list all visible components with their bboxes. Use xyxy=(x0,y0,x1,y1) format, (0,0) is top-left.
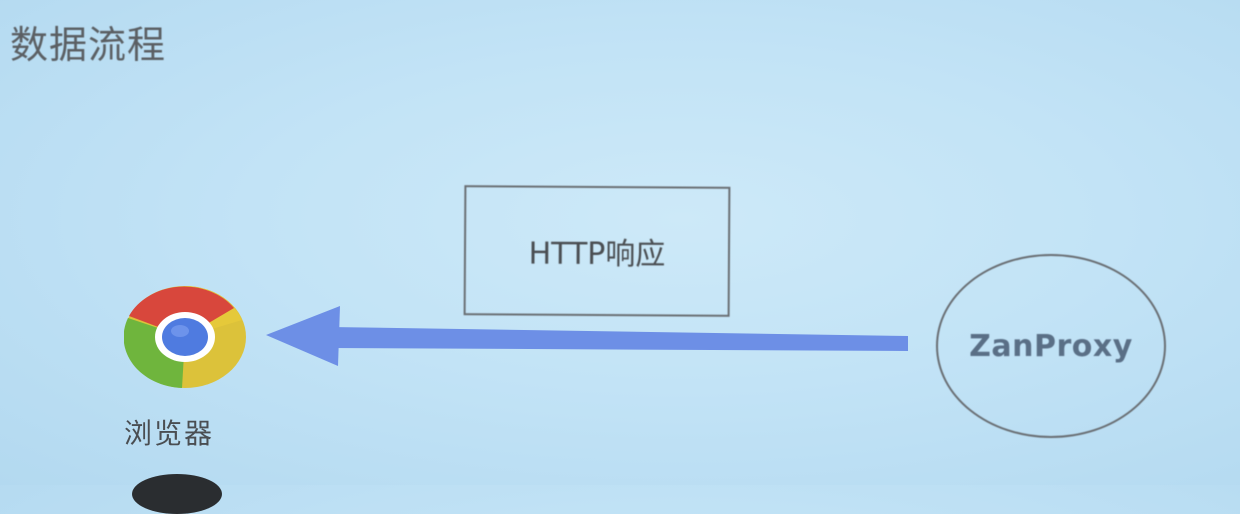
browser-label: 浏览器 xyxy=(124,417,215,450)
arrow-head xyxy=(266,306,340,366)
chrome-icon xyxy=(124,286,246,388)
zanproxy-node: ZanProxy xyxy=(936,254,1166,438)
partial-icon xyxy=(132,474,222,514)
zanproxy-label: ZanProxy xyxy=(969,328,1133,364)
arrow-shaft xyxy=(330,327,908,351)
